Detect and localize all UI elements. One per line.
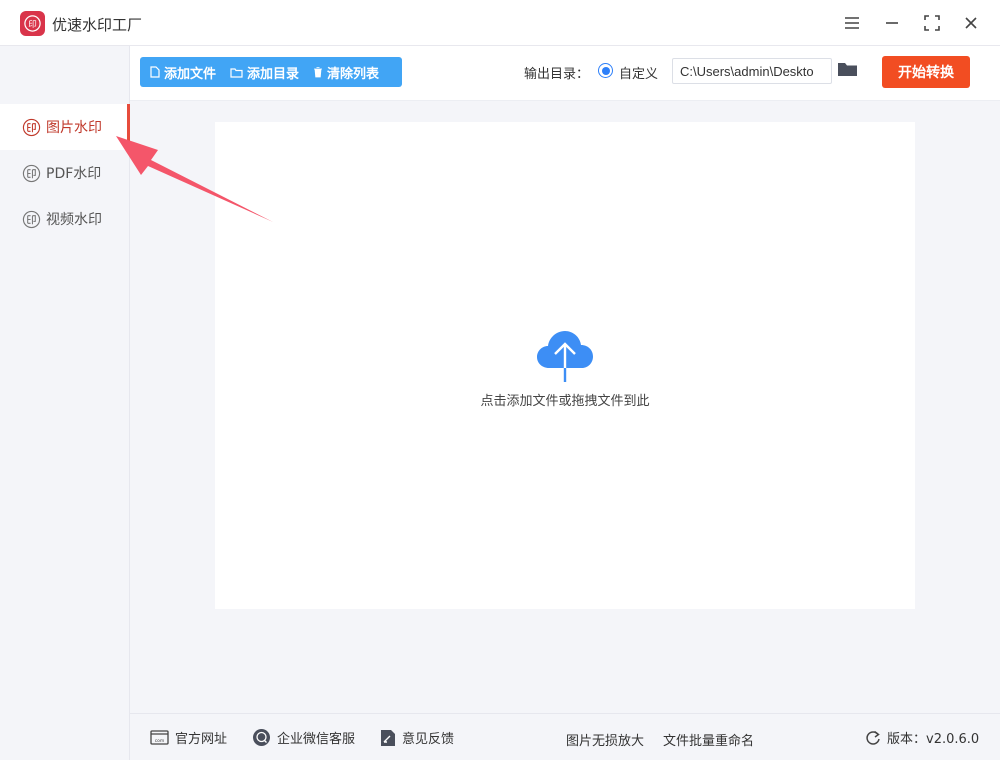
title-bar: 印 优速水印工厂 — [0, 0, 1000, 46]
custom-dir-radio[interactable] — [598, 63, 613, 78]
footer: com 官方网址 企业微信客服 意见反馈 图片无损放大 文件批量重命名 版本：v… — [130, 713, 1000, 760]
cloud-upload-icon — [537, 331, 593, 382]
image-upscale-link[interactable]: 图片无损放大 — [566, 730, 644, 749]
toolbar: 添加文件 添加目录 清除列表 输出目录： 自定义 开始转换 — [130, 46, 1000, 101]
output-dir-label: 输出目录： — [524, 67, 590, 82]
menu-icon — [845, 17, 859, 29]
maximize-button[interactable] — [919, 10, 945, 36]
sidebar-item-image-watermark[interactable]: 图片水印 — [0, 104, 128, 150]
version-info[interactable]: 版本：v2.0.6.0 — [865, 728, 979, 747]
batch-rename-link[interactable]: 文件批量重命名 — [663, 730, 754, 749]
output-path-input[interactable] — [672, 58, 832, 84]
drop-hint-text: 点击添加文件或拖拽文件到此 — [480, 394, 650, 409]
feedback-link[interactable]: 意见反馈 — [380, 728, 454, 747]
svg-text:com: com — [155, 739, 165, 744]
minimize-button[interactable] — [879, 10, 905, 36]
sidebar-item-label: 图片水印 — [46, 120, 102, 136]
add-file-button[interactable]: 添加文件 — [150, 63, 216, 82]
file-actions: 添加文件 添加目录 清除列表 — [140, 57, 402, 87]
official-website-link[interactable]: com 官方网址 — [150, 728, 227, 747]
custom-dir-label: 自定义 — [619, 67, 659, 82]
app-title: 优速水印工厂 — [52, 16, 143, 34]
file-icon — [150, 66, 160, 78]
start-convert-button[interactable]: 开始转换 — [882, 56, 970, 88]
clear-list-button[interactable]: 清除列表 — [313, 63, 379, 82]
stamp-icon — [22, 164, 41, 182]
maximize-icon — [924, 15, 940, 31]
add-folder-button[interactable]: 添加目录 — [230, 63, 299, 82]
trash-icon — [314, 67, 323, 78]
app-logo-icon: 印 — [20, 11, 45, 36]
wechat-service-link[interactable]: 企业微信客服 — [252, 728, 355, 747]
sidebar-item-label: PDF水印 — [46, 166, 102, 182]
minimize-icon — [886, 22, 898, 24]
active-indicator — [127, 104, 130, 150]
file-drop-zone[interactable]: 点击添加文件或拖拽文件到此 — [215, 122, 915, 609]
close-button[interactable] — [958, 10, 984, 36]
menu-button[interactable] — [839, 10, 865, 36]
chat-icon — [253, 729, 270, 746]
sidebar-item-pdf-watermark[interactable]: PDF水印 — [0, 150, 128, 196]
svg-text:印: 印 — [28, 18, 37, 30]
sidebar-item-video-watermark[interactable]: 视频水印 — [0, 196, 128, 242]
stamp-icon — [22, 118, 41, 136]
browse-folder-button[interactable] — [837, 61, 858, 81]
refresh-icon — [866, 730, 880, 745]
stamp-icon — [22, 210, 41, 228]
close-icon — [965, 17, 977, 29]
website-icon: com — [150, 730, 169, 745]
folder-icon — [838, 63, 857, 76]
folder-icon — [230, 67, 243, 78]
sidebar-item-label: 视频水印 — [46, 212, 102, 228]
feedback-icon — [381, 729, 395, 746]
